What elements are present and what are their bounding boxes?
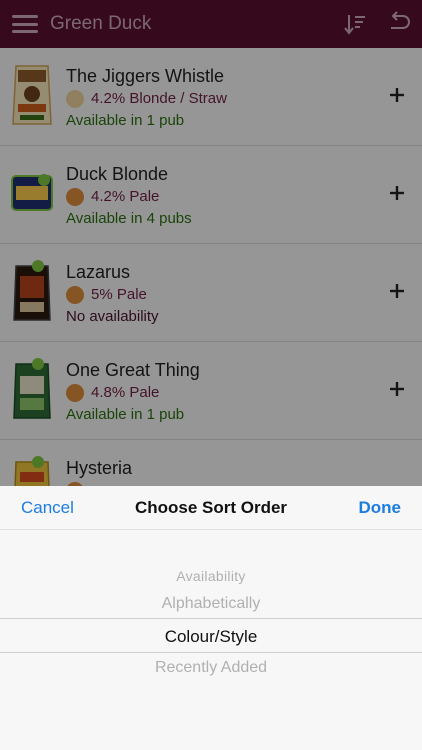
picker-selection-bottom-divider <box>0 652 422 653</box>
sheet-header: Cancel Choose Sort Order Done <box>0 486 422 530</box>
sort-order-picker[interactable]: Availability Alphabetically Colour/Style… <box>0 530 422 750</box>
sort-order-sheet: Cancel Choose Sort Order Done Availabili… <box>0 486 422 750</box>
picker-option-availability[interactable]: Availability <box>0 568 422 584</box>
picker-selection-top-divider <box>0 618 422 619</box>
picker-option-alphabetically[interactable]: Alphabetically <box>0 595 422 613</box>
picker-option-recently-added[interactable]: Recently Added <box>0 659 422 677</box>
done-button[interactable]: Done <box>359 498 402 518</box>
picker-option-colour-style[interactable]: Colour/Style <box>0 627 422 647</box>
